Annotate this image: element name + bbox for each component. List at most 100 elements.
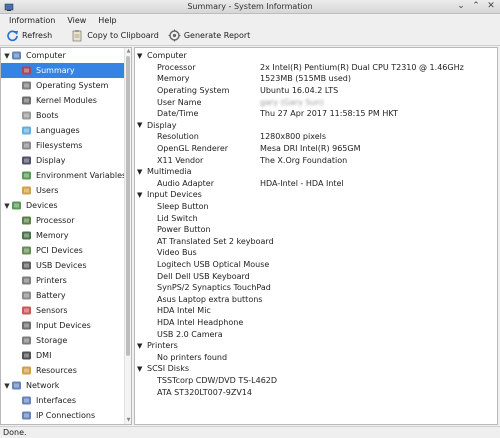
expander-icon[interactable]: ▼ bbox=[137, 121, 142, 129]
tree-item-label: Boots bbox=[36, 111, 59, 120]
tree-item-label: Processor bbox=[36, 216, 75, 225]
info-item-label: Power Button bbox=[157, 225, 211, 235]
section-title: SCSI Disks bbox=[147, 364, 189, 374]
sidebar-item-resources[interactable]: Resources bbox=[1, 363, 131, 378]
sidebar-scrollbar[interactable]: ▲ ▼ bbox=[124, 48, 131, 424]
scroll-thumb[interactable] bbox=[126, 56, 130, 356]
section-header[interactable]: ▼ SCSI Disks bbox=[135, 363, 497, 375]
sidebar-item-processor[interactable]: Processor bbox=[1, 213, 131, 228]
tree-item-label: Operating System bbox=[36, 81, 109, 90]
tree-group-network[interactable]: ▼ Network bbox=[1, 378, 131, 393]
sidebar-item-usb-devices[interactable]: USB Devices bbox=[1, 258, 131, 273]
expander-icon[interactable]: ▼ bbox=[3, 202, 11, 210]
minimize-icon[interactable]: ⌄ bbox=[456, 2, 466, 12]
processor-icon bbox=[21, 215, 32, 226]
sidebar-item-input-devices[interactable]: Input Devices bbox=[1, 318, 131, 333]
network-icon bbox=[11, 380, 22, 391]
scroll-up-arrow-icon[interactable]: ▲ bbox=[125, 48, 131, 55]
sidebar-tree[interactable]: ▼ Computer Summary Operating System Kernel M… bbox=[0, 47, 132, 425]
title-bar: Summary - System Information ⌄ ⌃ ✕ bbox=[0, 0, 500, 14]
info-value: Ubuntu 16.04.2 LTS bbox=[260, 86, 339, 96]
sidebar-item-sensors[interactable]: Sensors bbox=[1, 303, 131, 318]
section-title: Computer bbox=[147, 51, 187, 61]
sidebar-item-boots[interactable]: Boots bbox=[1, 108, 131, 123]
tree-item-label: Interfaces bbox=[36, 396, 76, 405]
generate-report-button[interactable]: Generate Report bbox=[165, 27, 256, 45]
info-item: Video Bus bbox=[135, 247, 497, 259]
menu-information[interactable]: Information bbox=[3, 16, 61, 25]
info-item-label: ATA ST320LT007-9ZV14 bbox=[157, 387, 252, 397]
info-row: Operating System Ubuntu 16.04.2 LTS bbox=[135, 85, 497, 97]
info-item: Dell Dell USB Keyboard bbox=[135, 270, 497, 282]
tree-group-devices[interactable]: ▼ Devices bbox=[1, 198, 131, 213]
sidebar-item-memory[interactable]: Memory bbox=[1, 228, 131, 243]
sidebar-item-ip-connections[interactable]: IP Connections bbox=[1, 408, 131, 423]
sidebar-item-pci-devices[interactable]: PCI Devices bbox=[1, 243, 131, 258]
sidebar-item-interfaces[interactable]: Interfaces bbox=[1, 393, 131, 408]
sidebar-item-printers[interactable]: Printers bbox=[1, 273, 131, 288]
section-header[interactable]: ▼ Computer bbox=[135, 50, 497, 62]
os-icon bbox=[21, 80, 32, 91]
sidebar-item-kernel-modules[interactable]: Kernel Modules bbox=[1, 93, 131, 108]
sidebar-item-storage[interactable]: Storage bbox=[1, 333, 131, 348]
section-header[interactable]: ▼ Printers bbox=[135, 340, 497, 352]
expander-icon[interactable]: ▼ bbox=[3, 52, 11, 60]
ip-icon bbox=[21, 410, 32, 421]
menu-view[interactable]: View bbox=[61, 16, 92, 25]
sidebar-item-dmi[interactable]: DMI bbox=[1, 348, 131, 363]
section-header[interactable]: ▼ Input Devices bbox=[135, 189, 497, 201]
close-icon[interactable]: ✕ bbox=[486, 2, 496, 12]
tree-group-computer[interactable]: ▼ Computer bbox=[1, 48, 131, 63]
refresh-icon bbox=[6, 29, 19, 42]
expander-icon[interactable]: ▼ bbox=[3, 382, 11, 390]
tree-item-label: Sensors bbox=[36, 306, 68, 315]
info-value: Mesa DRI Intel(R) 965GM bbox=[260, 144, 361, 154]
tree-item-label: Users bbox=[36, 186, 59, 195]
summary-icon bbox=[21, 65, 32, 76]
copy-to-clipboard-button[interactable]: Copy to Clipboard bbox=[68, 27, 165, 45]
tree-item-label: DMI bbox=[36, 351, 52, 360]
info-item: Lid Switch bbox=[135, 212, 497, 224]
info-item: ATA ST320LT007-9ZV14 bbox=[135, 386, 497, 398]
display-icon bbox=[21, 155, 32, 166]
section-header[interactable]: ▼ Multimedia bbox=[135, 166, 497, 178]
info-item-label: Asus Laptop extra buttons bbox=[157, 294, 263, 304]
printer-icon bbox=[21, 275, 32, 286]
sidebar-item-users[interactable]: Users bbox=[1, 183, 131, 198]
info-item-label: No printers found bbox=[157, 352, 228, 362]
info-key: Date/Time bbox=[157, 109, 199, 119]
sidebar-item-battery[interactable]: Battery bbox=[1, 288, 131, 303]
sidebar-item-filesystems[interactable]: Filesystems bbox=[1, 138, 131, 153]
sidebar-item-summary[interactable]: Summary bbox=[1, 63, 131, 78]
info-item-label: HDA Intel Mic bbox=[157, 306, 211, 316]
sidebar-item-operating-system[interactable]: Operating System bbox=[1, 78, 131, 93]
expander-icon[interactable]: ▼ bbox=[137, 52, 142, 60]
devices-icon bbox=[11, 200, 22, 211]
menu-help[interactable]: Help bbox=[92, 16, 122, 25]
info-row: Processor 2x Intel(R) Pentium(R) Dual CPU… bbox=[135, 62, 497, 74]
expander-icon[interactable]: ▼ bbox=[137, 365, 142, 373]
usb-icon bbox=[21, 260, 32, 271]
info-row: User Name gary (Gary Sun) bbox=[135, 96, 497, 108]
section-header[interactable]: ▼ Display bbox=[135, 120, 497, 132]
refresh-button[interactable]: Refresh bbox=[3, 27, 58, 45]
expander-icon[interactable]: ▼ bbox=[137, 342, 142, 350]
input-icon bbox=[21, 320, 32, 331]
expander-icon[interactable]: ▼ bbox=[137, 168, 142, 176]
maximize-icon[interactable]: ⌃ bbox=[471, 2, 481, 12]
battery-icon bbox=[21, 290, 32, 301]
scroll-down-arrow-icon[interactable]: ▼ bbox=[125, 417, 131, 424]
generate-report-label: Generate Report bbox=[183, 31, 251, 40]
info-value: The X.Org Foundation bbox=[260, 155, 348, 165]
info-item: HDA Intel Mic bbox=[135, 305, 497, 317]
toolbar: Refresh Copy to Clipboard Generate Repor… bbox=[0, 26, 500, 46]
info-item-label: Lid Switch bbox=[157, 213, 198, 223]
tree-item-label: Environment Variables bbox=[36, 171, 127, 180]
sidebar-item-languages[interactable]: Languages bbox=[1, 123, 131, 138]
expander-icon[interactable]: ▼ bbox=[137, 191, 142, 199]
sidebar-item-display[interactable]: Display bbox=[1, 153, 131, 168]
info-item-label: Sleep Button bbox=[157, 202, 209, 212]
sidebar-item-environment-variables[interactable]: Environment Variables bbox=[1, 168, 131, 183]
filesystems-icon bbox=[21, 140, 32, 151]
info-row: Resolution 1280x800 pixels bbox=[135, 131, 497, 143]
